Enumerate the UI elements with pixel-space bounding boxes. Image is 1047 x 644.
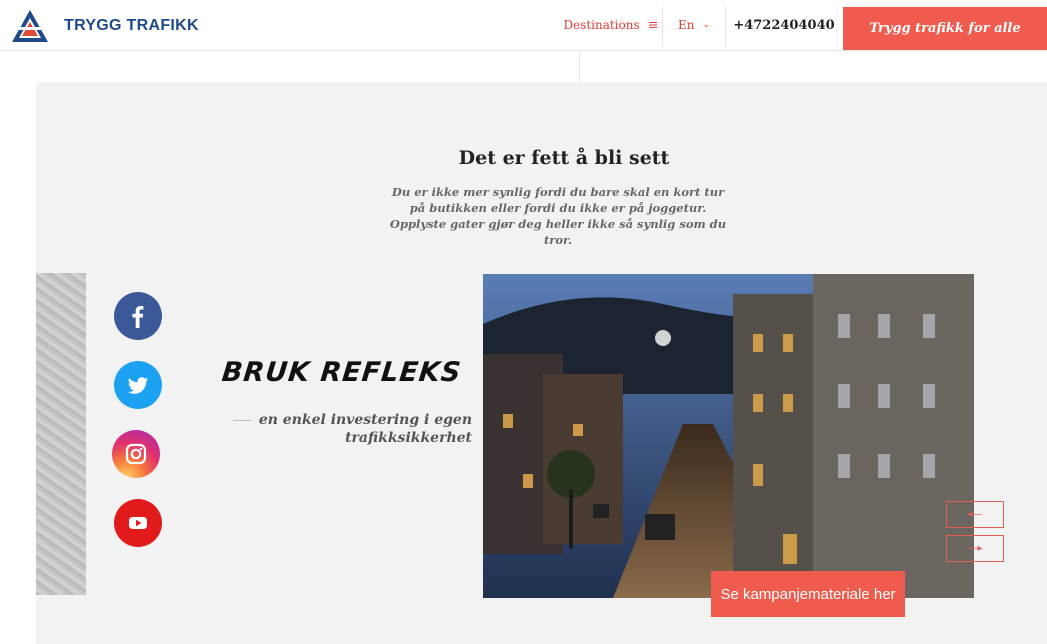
night-street-photo [483,274,974,598]
language-label: En [677,18,695,32]
section-title: Det er fett å bli sett [458,147,670,169]
hamburger-icon: ≡ [647,17,659,33]
slider-next-button[interactable]: —▸ [946,535,1004,562]
instagram-icon [125,443,147,465]
phone-link[interactable]: +4722404040 [726,0,842,50]
youtube-button[interactable] [114,499,162,547]
language-selector[interactable]: En ⌄ [663,0,725,50]
campaign-photo [483,274,974,598]
chevron-down-icon: ⌄ [702,20,711,30]
campaign-heading: BRUK REFLEKS [220,357,463,388]
section-subtitle: Du er ikke mer synlig fordi du bare skal… [389,185,727,247]
campaign-materials-button[interactable]: Se kampanjemateriale her [711,571,905,617]
stone-texture-image [36,273,86,595]
twitter-icon [127,377,149,394]
header-cta-button[interactable]: Trygg trafikk for alle [843,7,1047,50]
destinations-menu[interactable]: Destinations ≡ [560,0,662,50]
tagline-dash [232,419,251,421]
campaign-tagline-text: en enkel investering i egen trafikksikke… [258,412,472,446]
campaign-tagline: en enkel investering i egen trafikksikke… [232,411,472,447]
destinations-label: Destinations [563,18,640,32]
arrow-right-icon: —▸ [967,543,983,554]
instagram-button[interactable] [112,430,160,478]
facebook-icon [132,306,144,328]
site-header: TRYGG TRAFIKK Destinations ≡ En ⌄ +47224… [0,0,1047,51]
logo[interactable]: TRYGG TRAFIKK [10,8,199,44]
logo-text: TRYGG TRAFIKK [64,17,199,34]
youtube-icon [129,517,147,529]
slider-prev-button[interactable]: ◂— [946,501,1004,528]
arrow-left-icon: ◂— [967,509,983,520]
twitter-button[interactable] [114,361,162,409]
logo-icon [12,10,48,42]
facebook-button[interactable] [114,292,162,340]
